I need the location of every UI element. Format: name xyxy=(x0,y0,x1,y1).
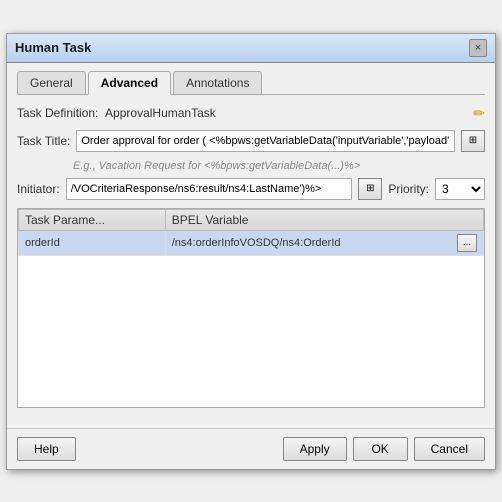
ok-button[interactable]: OK xyxy=(353,437,408,461)
apply-button[interactable]: Apply xyxy=(283,437,347,461)
human-task-dialog: Human Task × General Advanced Annotation… xyxy=(6,33,496,470)
priority-select[interactable]: 3 1 2 4 5 xyxy=(435,178,485,200)
task-title-hint-row: E.g., Vacation Request for <%bpws:getVar… xyxy=(17,158,485,172)
initiator-priority-row: Initiator: ⊞ Priority: 3 1 2 4 5 xyxy=(17,178,485,200)
bpel-ellipsis-button[interactable]: ... xyxy=(457,234,477,252)
priority-label: Priority: xyxy=(388,182,429,196)
grid-icon-2: ⊞ xyxy=(366,183,374,194)
column-header-bpel: BPEL Variable xyxy=(165,209,483,230)
table-header-row: Task Parame... BPEL Variable xyxy=(19,209,484,230)
initiator-browse-button[interactable]: ⊞ xyxy=(358,178,382,200)
task-definition-label: Task Definition: xyxy=(17,106,98,120)
bottom-bar: Help Apply OK Cancel xyxy=(7,428,495,469)
task-definition-value: ApprovalHumanTask xyxy=(105,106,216,120)
task-title-browse-button[interactable]: ⊞ xyxy=(461,130,485,152)
tab-annotations[interactable]: Annotations xyxy=(173,71,262,94)
grid-icon: ⊞ xyxy=(469,135,477,146)
help-button[interactable]: Help xyxy=(17,437,76,461)
task-title-input[interactable] xyxy=(76,130,455,152)
right-buttons: Apply OK Cancel xyxy=(283,437,485,461)
task-title-row: Task Title: ⊞ xyxy=(17,130,485,152)
task-parameters-table: Task Parame... BPEL Variable orderId /ns… xyxy=(18,209,484,256)
initiator-input[interactable] xyxy=(66,178,353,200)
bpel-value: /ns4:orderInfoVOSDQ/ns4:OrderId xyxy=(172,237,341,249)
close-button[interactable]: × xyxy=(469,39,487,57)
tab-advanced[interactable]: Advanced xyxy=(88,71,171,95)
task-parameters-table-container: Task Parame... BPEL Variable orderId /ns… xyxy=(17,208,485,408)
table-cell-bpel: /ns4:orderInfoVOSDQ/ns4:OrderId ... xyxy=(165,230,483,255)
title-bar: Human Task × xyxy=(7,34,495,63)
table-cell-param: orderId xyxy=(19,230,166,255)
table-row[interactable]: orderId /ns4:orderInfoVOSDQ/ns4:OrderId … xyxy=(19,230,484,255)
tab-bar: General Advanced Annotations xyxy=(17,71,485,95)
column-header-param: Task Parame... xyxy=(19,209,166,230)
initiator-label: Initiator: xyxy=(17,182,60,196)
task-definition-row: Task Definition: ApprovalHumanTask ✏ xyxy=(17,105,485,122)
dialog-body: General Advanced Annotations Task Defini… xyxy=(7,63,495,428)
dialog-title: Human Task xyxy=(15,40,91,55)
task-definition-text: Task Definition: ApprovalHumanTask xyxy=(17,106,216,120)
task-title-label: Task Title: xyxy=(17,134,70,148)
task-title-hint: E.g., Vacation Request for <%bpws:getVar… xyxy=(73,160,360,172)
edit-icon[interactable]: ✏ xyxy=(473,105,485,122)
bpel-cell-content: /ns4:orderInfoVOSDQ/ns4:OrderId ... xyxy=(172,234,477,252)
cancel-button[interactable]: Cancel xyxy=(414,437,485,461)
tab-general[interactable]: General xyxy=(17,71,86,94)
